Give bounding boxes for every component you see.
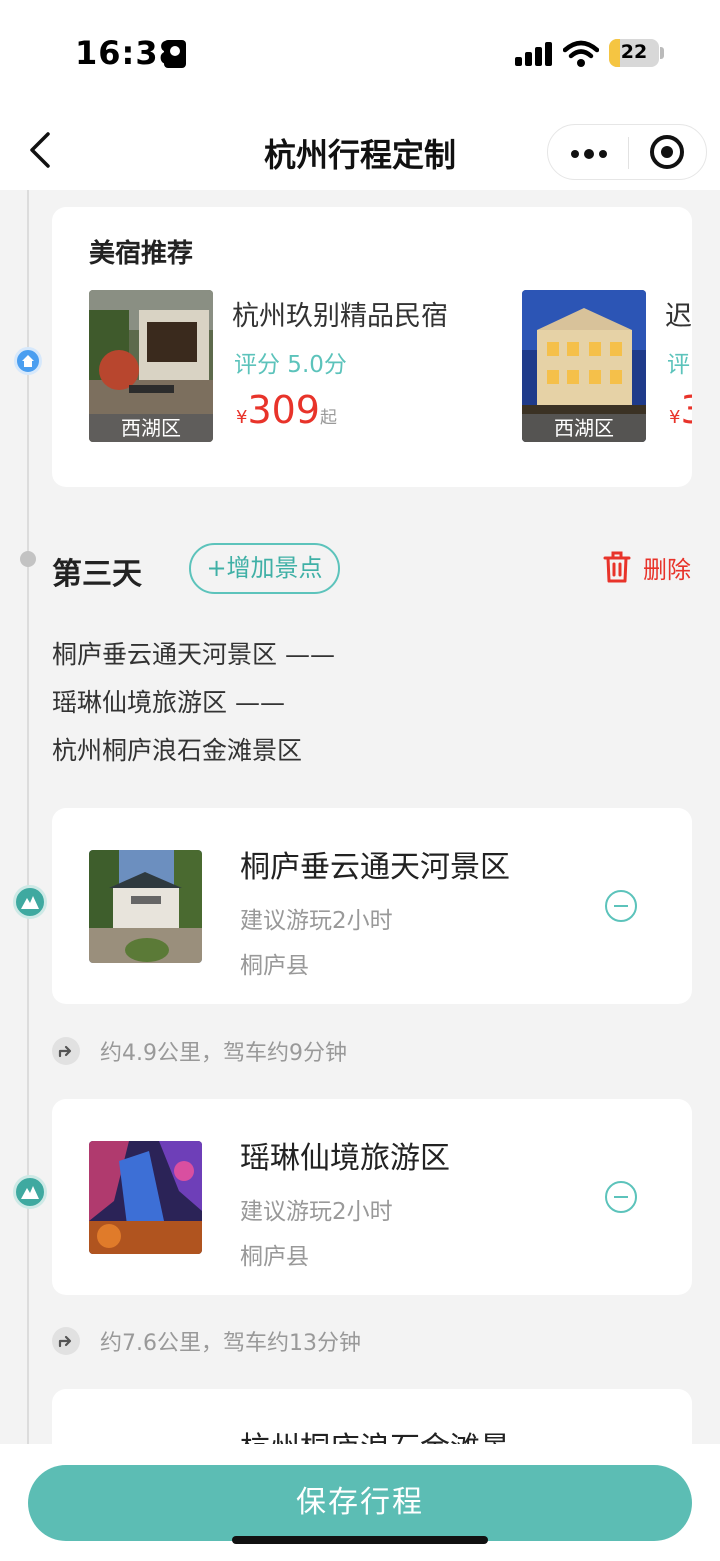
spot-name: 瑶琳仙境旅游区 — [240, 1141, 450, 1176]
bottom-action-bar: 保存行程 — [0, 1444, 720, 1561]
trash-icon — [603, 551, 631, 583]
hotel-area-label: 西湖区 — [522, 414, 646, 442]
spot-card[interactable]: 杭州桐庐浪石金滩景 — [52, 1389, 692, 1444]
wifi-icon — [563, 40, 599, 67]
route-line: 杭州桐庐浪石金滩景区 — [52, 736, 303, 765]
hotel-price: ¥309起 — [236, 388, 337, 432]
hotel-item[interactable]: 西湖区 迟 评 ¥3 — [522, 290, 692, 450]
hotel-item[interactable]: 西湖区 杭州玖别精品民宿 评分 5.0分 ¥309起 — [89, 290, 509, 450]
spot-name: 杭州桐庐浪石金滩景 — [240, 1423, 510, 1444]
hotel-name: 迟 — [665, 301, 692, 332]
hotel-price: ¥3 — [669, 388, 692, 432]
day-marker-dot — [20, 551, 36, 567]
capsule-divider — [628, 137, 629, 169]
cellular-signal-icon — [515, 42, 553, 66]
save-itinerary-button[interactable]: 保存行程 — [28, 1465, 692, 1541]
distance-row: 约7.6公里，驾车约13分钟 — [52, 1326, 361, 1356]
more-options-button[interactable] — [570, 149, 610, 159]
mountain-marker-icon — [13, 1175, 47, 1209]
route-line: 桐庐垂云通天河景区 —— — [52, 640, 335, 669]
spot-photo — [89, 850, 202, 963]
route-line: 瑶琳仙境旅游区 —— — [52, 688, 285, 717]
home-marker-icon — [14, 347, 42, 375]
delete-label: 删除 — [643, 555, 691, 584]
spot-name: 桐庐垂云通天河景区 — [240, 850, 510, 885]
sim-card-icon — [164, 40, 186, 68]
home-indicator — [232, 1536, 488, 1544]
distance-text: 约4.9公里，驾车约9分钟 — [100, 1041, 347, 1066]
day-title: 第三天 — [52, 557, 142, 592]
price-value: 309 — [247, 388, 320, 432]
spot-county: 桐庐县 — [240, 1244, 309, 1270]
spot-county: 桐庐县 — [240, 953, 309, 979]
spot-duration: 建议游玩2小时 — [240, 908, 393, 934]
timeline-line — [27, 190, 29, 1445]
hotel-rating: 评分 5.0分 — [234, 352, 347, 378]
spot-card[interactable]: 桐庐垂云通天河景区 建议游玩2小时 桐庐县 — [52, 808, 692, 1004]
add-spot-button[interactable]: +增加景点 — [189, 543, 340, 594]
distance-text: 约7.6公里，驾车约13分钟 — [100, 1331, 361, 1356]
hotel-section-heading: 美宿推荐 — [89, 239, 194, 269]
distance-row: 约4.9公里，驾车约9分钟 — [52, 1036, 347, 1066]
price-suffix: 起 — [319, 408, 337, 428]
battery-percent: 22 — [620, 41, 648, 63]
remove-spot-button[interactable] — [605, 1181, 637, 1213]
hotel-area-label: 西湖区 — [89, 414, 213, 442]
spot-duration: 建议游玩2小时 — [240, 1199, 393, 1225]
hotel-photo: 西湖区 — [89, 290, 213, 442]
battery-tip — [660, 47, 664, 59]
remove-spot-button[interactable] — [605, 890, 637, 922]
status-bar: 16:38 22 — [0, 0, 720, 100]
hotel-name: 杭州玖别精品民宿 — [232, 301, 448, 332]
price-currency: ¥ — [669, 407, 681, 428]
price-value: 3 — [680, 388, 692, 432]
battery-icon: 22 — [609, 39, 659, 67]
mountain-marker-icon — [13, 885, 47, 919]
spot-card[interactable]: 瑶琳仙境旅游区 建议游玩2小时 桐庐县 — [52, 1099, 692, 1295]
mini-program-capsule — [547, 124, 707, 180]
route-arrow-icon — [52, 1327, 80, 1355]
delete-day-button[interactable]: 删除 — [603, 549, 691, 585]
navigation-bar: 杭州行程定制 — [0, 100, 720, 190]
spot-photo — [89, 1141, 202, 1254]
route-arrow-icon — [52, 1037, 80, 1065]
hotel-photo: 西湖区 — [522, 290, 646, 442]
close-mini-program-button[interactable] — [650, 135, 684, 169]
hotel-rating: 评 — [667, 352, 690, 378]
price-currency: ¥ — [236, 407, 248, 428]
hotel-recommendation-card: 美宿推荐 西湖区 杭州玖别精品民宿 评分 5.0分 ¥309起 西湖区 迟 评 … — [52, 207, 692, 487]
